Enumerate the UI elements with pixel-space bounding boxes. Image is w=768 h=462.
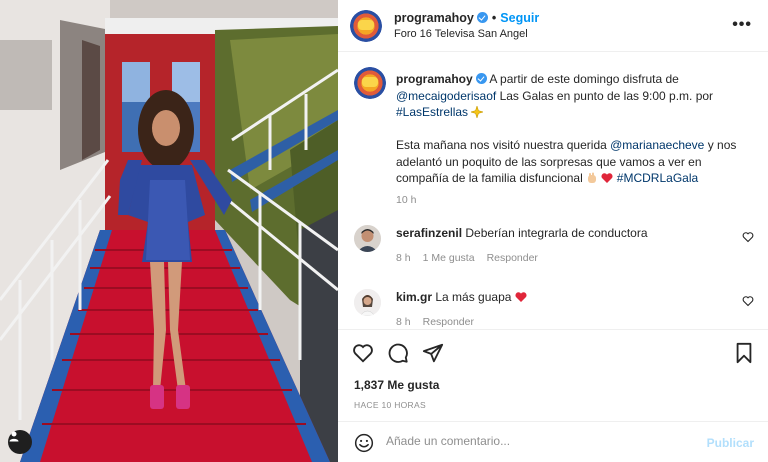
caption-part2: Las Galas en punto de las 9:00 p.m. por [496,88,714,103]
post-date: HACE 10 HORAS [354,400,426,410]
commenter-username[interactable]: kim.gr [396,290,432,304]
comment-text: La más guapa [435,290,512,304]
ellipsis-icon[interactable]: ••• [732,16,752,34]
comment-time: 8 h [396,316,411,328]
caption-timestamp: 10 h [396,194,417,206]
comment-meta: 8 h 1 Me gusta Responder [396,252,550,264]
sparkle-emoji-icon [471,106,484,118]
smiley-icon[interactable] [354,433,374,453]
caption-part3: Esta mañana nos visitó nuestra querida [396,138,611,152]
post-location[interactable]: Foro 16 Televisa San Angel [394,28,528,40]
mention-link[interactable]: @mecaigoderisaof [396,89,496,103]
comment-body: serafinzenil Deberían integrarla de cond… [396,226,648,240]
comment-meta: 8 h Responder [396,316,486,328]
comments-section[interactable]: programahoy A partir de este domingo dis… [338,53,768,329]
comment-time: 8 h [396,252,411,264]
separator-dot: • [491,11,497,25]
comment-item: kim.gr La más guapa 8 h Responder [354,289,754,329]
author-avatar[interactable] [350,10,382,42]
caption-text: programahoy A partir de este domingo dis… [396,71,741,187]
comment-item: serafinzenil Deberían integrarla de cond… [354,225,754,275]
like-count[interactable]: 1,837 Me gusta [354,378,439,392]
caption-avatar[interactable] [354,67,386,99]
staircase-photo-illustration [0,0,338,462]
author-line: programahoy • Seguir [394,11,539,25]
comment-input[interactable] [386,434,686,448]
post-header: programahoy • Seguir Foro 16 Televisa San … [338,0,768,52]
author-username[interactable]: programahoy [394,11,474,25]
hashtag-link[interactable]: #MCDRLaGala [617,171,698,185]
comment-body: kim.gr La más guapa [396,290,527,304]
verified-badge-icon [476,12,488,23]
reply-button[interactable]: Responder [487,252,538,264]
heart-icon[interactable] [742,231,754,243]
user-tag-icon[interactable] [8,430,32,454]
mention-link[interactable]: @marianaecheve [610,138,704,152]
commenter-avatar[interactable] [354,225,381,252]
post-detail-panel: programahoy • Seguir Foro 16 Televisa San … [338,0,768,462]
heart-icon[interactable] [742,295,754,307]
commenter-username[interactable]: serafinzenil [396,226,462,240]
heart-emoji-icon [601,173,613,183]
hand-emoji-icon [588,172,597,183]
heart-emoji-icon [515,292,527,302]
bookmark-icon[interactable] [734,342,754,364]
hashtag-link[interactable]: #LasEstrellas [396,105,468,119]
comment-icon[interactable] [387,342,409,364]
paper-plane-icon[interactable] [422,342,444,364]
caption-part1: A partir de este domingo disfruta de [489,72,679,86]
follow-button[interactable]: Seguir [500,11,539,25]
post-photo[interactable] [0,0,338,462]
reply-button[interactable]: Responder [423,316,474,328]
comment-likes[interactable]: 1 Me gusta [423,252,475,264]
publish-button[interactable]: Publicar [707,436,754,450]
comment-composer: Publicar [338,421,768,462]
verified-badge-icon [475,73,487,84]
instagram-post-modal: programahoy • Seguir Foro 16 Televisa San … [0,0,768,462]
commenter-avatar[interactable] [354,289,381,316]
heart-icon[interactable] [352,342,374,364]
comment-text: Deberían integrarla de conductora [465,226,648,240]
caption-username[interactable]: programahoy [396,72,473,86]
